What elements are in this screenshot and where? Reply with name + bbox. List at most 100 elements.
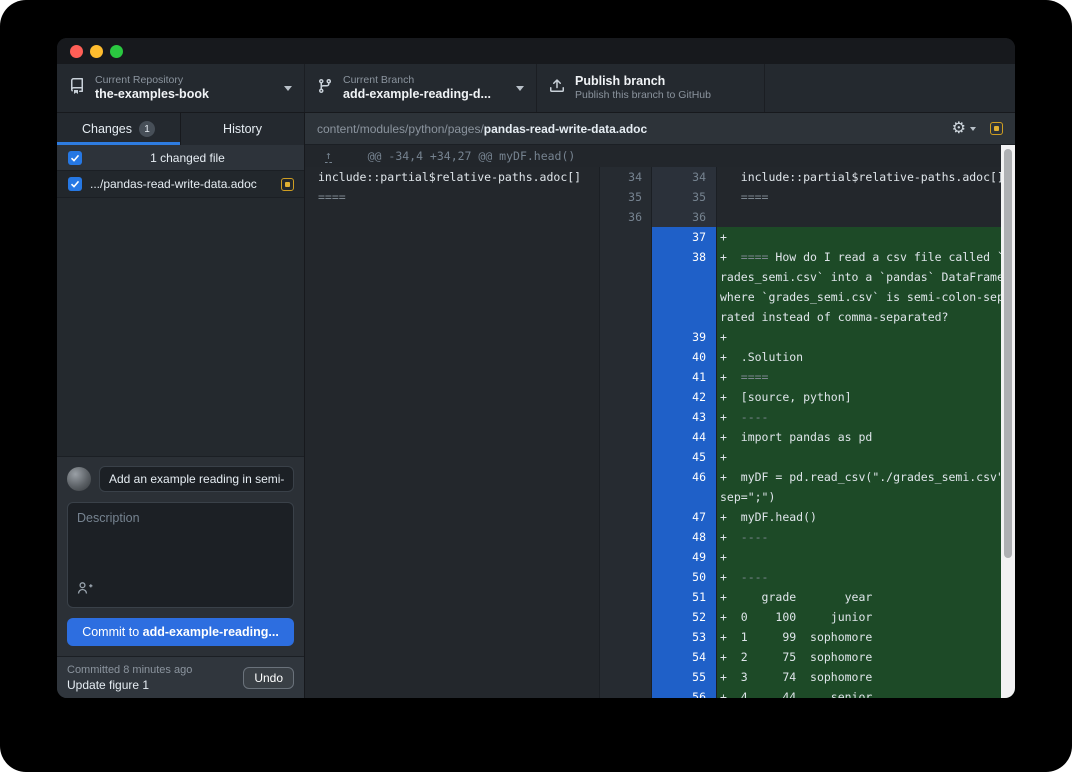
publish-branch-subtitle: Publish this branch to GitHub bbox=[575, 89, 752, 102]
commit-panel: Commit to add-example-reading... bbox=[57, 456, 304, 656]
new-line-number[interactable]: 41 bbox=[651, 367, 717, 387]
old-line-content bbox=[305, 347, 599, 367]
file-list-item[interactable]: .../pandas-read-write-data.adoc bbox=[57, 170, 304, 198]
new-line-number[interactable]: 53 bbox=[651, 627, 717, 647]
undo-button[interactable]: Undo bbox=[243, 667, 294, 689]
add-coauthor-icon[interactable] bbox=[77, 581, 93, 600]
old-line-number[interactable] bbox=[599, 667, 651, 687]
file-checkbox[interactable] bbox=[68, 177, 82, 191]
commit-button-prefix: Commit to bbox=[82, 625, 142, 639]
tab-changes-label: Changes bbox=[82, 122, 132, 136]
old-line-number[interactable] bbox=[599, 227, 651, 247]
old-line-content bbox=[305, 367, 599, 387]
close-window-button[interactable] bbox=[70, 45, 83, 58]
modified-status-icon bbox=[990, 122, 1003, 135]
publish-branch-button[interactable]: Publish branch Publish this branch to Gi… bbox=[537, 64, 765, 112]
old-line-number[interactable] bbox=[599, 327, 651, 347]
old-line-number[interactable] bbox=[599, 367, 651, 387]
zoom-window-button[interactable] bbox=[110, 45, 123, 58]
new-line-number[interactable]: 42 bbox=[651, 387, 717, 407]
diff-row: 47+ myDF.head() bbox=[305, 507, 1015, 527]
title-bar[interactable] bbox=[57, 38, 1015, 64]
new-line-number[interactable]: 39 bbox=[651, 327, 717, 347]
new-line-number[interactable]: 36 bbox=[651, 207, 717, 227]
new-line-number[interactable]: 54 bbox=[651, 647, 717, 667]
branch-label: Current Branch bbox=[343, 74, 506, 87]
sidebar: Changes 1 History 1 changed file bbox=[57, 113, 305, 698]
new-line-number[interactable]: 46 bbox=[651, 467, 717, 507]
old-line-number[interactable] bbox=[599, 567, 651, 587]
last-commit-meta: Committed 8 minutes ago bbox=[67, 663, 243, 678]
old-line-number[interactable] bbox=[599, 407, 651, 427]
old-line-number[interactable] bbox=[599, 647, 651, 667]
diff-scrollbar-thumb[interactable] bbox=[1004, 149, 1012, 558]
new-line-number[interactable]: 38 bbox=[651, 247, 717, 327]
select-all-checkbox[interactable] bbox=[68, 151, 82, 165]
new-line-number[interactable]: 37 bbox=[651, 227, 717, 247]
new-line-number[interactable]: 50 bbox=[651, 567, 717, 587]
old-line-content bbox=[305, 407, 599, 427]
old-line-content: include::partial$relative-paths.adoc[] bbox=[305, 167, 599, 187]
diff-options-button[interactable]: ⚙ bbox=[952, 121, 976, 137]
file-path-name: pandas-read-write-data.adoc bbox=[484, 122, 647, 136]
minimize-window-button[interactable] bbox=[90, 45, 103, 58]
desktop-background: Current Repository the-examples-book Cur… bbox=[0, 0, 1072, 772]
old-line-number[interactable] bbox=[599, 627, 651, 647]
repository-name: the-examples-book bbox=[95, 87, 274, 102]
tab-history[interactable]: History bbox=[181, 113, 304, 145]
commit-summary-input[interactable] bbox=[99, 466, 294, 492]
old-line-number[interactable] bbox=[599, 607, 651, 627]
old-line-number[interactable]: 34 bbox=[599, 167, 651, 187]
new-line-number[interactable]: 49 bbox=[651, 547, 717, 567]
new-line-number[interactable]: 35 bbox=[651, 187, 717, 207]
new-line-number[interactable]: 43 bbox=[651, 407, 717, 427]
diff-row: 41+ ==== bbox=[305, 367, 1015, 387]
new-line-number[interactable]: 47 bbox=[651, 507, 717, 527]
current-repository-dropdown[interactable]: Current Repository the-examples-book bbox=[57, 64, 305, 112]
expand-hunk-icon[interactable]: ↑ bbox=[325, 150, 332, 163]
old-line-number[interactable] bbox=[599, 387, 651, 407]
modified-status-icon bbox=[281, 178, 294, 191]
old-line-number[interactable] bbox=[599, 507, 651, 527]
old-line-number[interactable] bbox=[599, 347, 651, 367]
commit-description-input[interactable] bbox=[68, 503, 293, 607]
new-line-number[interactable]: 44 bbox=[651, 427, 717, 447]
old-line-number[interactable] bbox=[599, 467, 651, 507]
new-line-number[interactable]: 48 bbox=[651, 527, 717, 547]
new-line-number[interactable]: 56 bbox=[651, 687, 717, 698]
diff-row: 39+ bbox=[305, 327, 1015, 347]
old-line-number[interactable]: 35 bbox=[599, 187, 651, 207]
old-line-number[interactable] bbox=[599, 547, 651, 567]
hunk-header-row: ↑ @@ -34,4 +34,27 @@ myDF.head() bbox=[305, 145, 1015, 167]
old-line-number[interactable] bbox=[599, 447, 651, 467]
old-line-number[interactable] bbox=[599, 587, 651, 607]
current-branch-dropdown[interactable]: Current Branch add-example-reading-d... bbox=[305, 64, 537, 112]
repository-label: Current Repository bbox=[95, 74, 274, 87]
diff-row: 43+ ---- bbox=[305, 407, 1015, 427]
repo-icon bbox=[69, 78, 85, 99]
diff-row: 55+ 3 74 sophomore bbox=[305, 667, 1015, 687]
old-line-content: ==== bbox=[305, 187, 599, 207]
old-line-number[interactable] bbox=[599, 687, 651, 698]
old-line-number[interactable] bbox=[599, 427, 651, 447]
commit-button[interactable]: Commit to add-example-reading... bbox=[67, 618, 294, 646]
old-line-content bbox=[305, 647, 599, 667]
old-line-number[interactable] bbox=[599, 527, 651, 547]
branch-name: add-example-reading-d... bbox=[343, 87, 506, 102]
upload-icon bbox=[549, 78, 565, 99]
tab-changes[interactable]: Changes 1 bbox=[57, 113, 181, 145]
new-line-number[interactable]: 51 bbox=[651, 587, 717, 607]
app-window: Current Repository the-examples-book Cur… bbox=[57, 38, 1015, 698]
new-line-number[interactable]: 40 bbox=[651, 347, 717, 367]
old-line-number[interactable]: 36 bbox=[599, 207, 651, 227]
old-line-content bbox=[305, 427, 599, 447]
diff-row: 3636 bbox=[305, 207, 1015, 227]
old-line-content bbox=[305, 467, 599, 507]
new-line-number[interactable]: 34 bbox=[651, 167, 717, 187]
new-line-number[interactable]: 45 bbox=[651, 447, 717, 467]
new-line-number[interactable]: 52 bbox=[651, 607, 717, 627]
new-line-number[interactable]: 55 bbox=[651, 667, 717, 687]
diff-row: 49+ bbox=[305, 547, 1015, 567]
diff-scrollbar[interactable] bbox=[1001, 145, 1015, 698]
old-line-number[interactable] bbox=[599, 247, 651, 327]
